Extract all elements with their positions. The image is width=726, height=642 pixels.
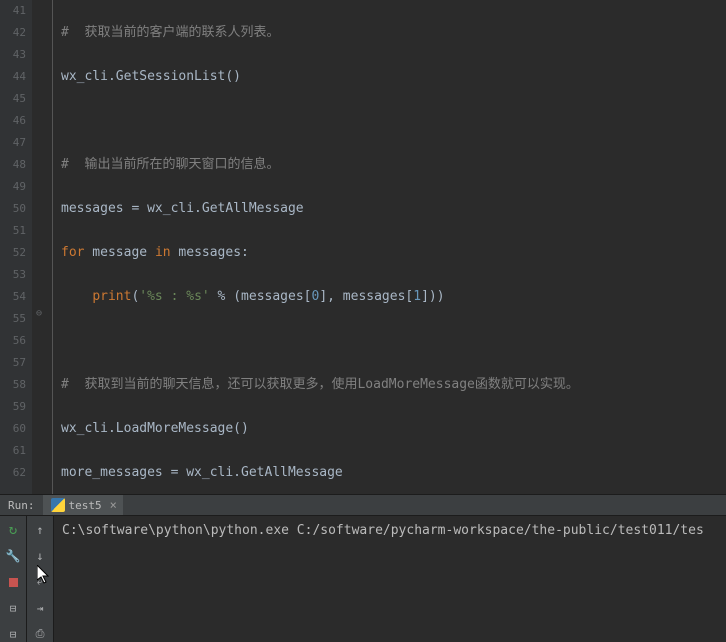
code-text: # 输出当前所在的聊天窗口的信息。	[61, 157, 279, 172]
gutter-marks: ⊖	[32, 0, 52, 494]
stop-button[interactable]	[5, 574, 21, 590]
scroll-to-end-button[interactable]: ⇥	[32, 600, 48, 616]
line-number: 51	[0, 220, 32, 242]
code-editor[interactable]: 41 42 43 44 45 46 47 48 49 50 51 52 53 5…	[0, 0, 726, 494]
line-number: 50	[0, 198, 32, 220]
run-label: Run:	[0, 499, 43, 512]
console-output[interactable]: C:\software\python\python.exe C:/softwar…	[54, 516, 726, 642]
line-number: 52	[0, 242, 32, 264]
run-header: Run: test5 ×	[0, 495, 726, 516]
pin-button[interactable]: ⊟	[5, 626, 21, 642]
code-text: # 获取到当前的聊天信息，还可以获取更多，使用LoadMoreMessage函数…	[61, 377, 579, 392]
run-tab-name: test5	[69, 499, 102, 512]
line-number: 43	[0, 44, 32, 66]
run-tab[interactable]: test5 ×	[43, 495, 123, 515]
line-number: 47	[0, 132, 32, 154]
line-number: 61	[0, 440, 32, 462]
line-number: 55	[0, 308, 32, 330]
line-number: 49	[0, 176, 32, 198]
line-number: 59	[0, 396, 32, 418]
line-number: 48	[0, 154, 32, 176]
soft-wrap-button[interactable]: ⤶	[32, 574, 48, 590]
up-stack-button[interactable]: ↑	[32, 522, 48, 538]
settings-button[interactable]: 🔧	[5, 548, 21, 564]
code-area[interactable]: # 获取当前的客户端的联系人列表。 wx_cli.GetSessionList(…	[52, 0, 726, 494]
line-number: 44	[0, 66, 32, 88]
line-number: 58	[0, 374, 32, 396]
run-toolbar-primary: ↻ 🔧 ⊟ ⊟	[0, 516, 27, 642]
collapse-marker-icon[interactable]: ⊖	[36, 308, 42, 319]
line-number: 57	[0, 352, 32, 374]
line-number: 54	[0, 286, 32, 308]
python-file-icon	[51, 498, 65, 512]
console-line: C:\software\python\python.exe C:/softwar…	[62, 523, 704, 538]
line-number: 45	[0, 88, 32, 110]
down-stack-button[interactable]: ↓	[32, 548, 48, 564]
rerun-button[interactable]: ↻	[5, 522, 21, 538]
run-tool-window: Run: test5 × ↻ 🔧 ⊟ ⊟ ↑ ↓ ⤶ ⇥ ⎙ C:\softwa…	[0, 494, 726, 642]
close-icon[interactable]: ×	[106, 498, 117, 512]
line-number: 60	[0, 418, 32, 440]
line-number: 41	[0, 0, 32, 22]
line-number: 62	[0, 462, 32, 484]
line-number: 46	[0, 110, 32, 132]
line-number-gutter: 41 42 43 44 45 46 47 48 49 50 51 52 53 5…	[0, 0, 32, 494]
line-number: 56	[0, 330, 32, 352]
print-button[interactable]: ⎙	[32, 626, 48, 642]
line-number: 53	[0, 264, 32, 286]
run-toolbar-secondary: ↑ ↓ ⤶ ⇥ ⎙	[27, 516, 54, 642]
line-number: 42	[0, 22, 32, 44]
restore-layout-button[interactable]: ⊟	[5, 600, 21, 616]
code-text: # 获取当前的客户端的联系人列表。	[61, 25, 279, 40]
